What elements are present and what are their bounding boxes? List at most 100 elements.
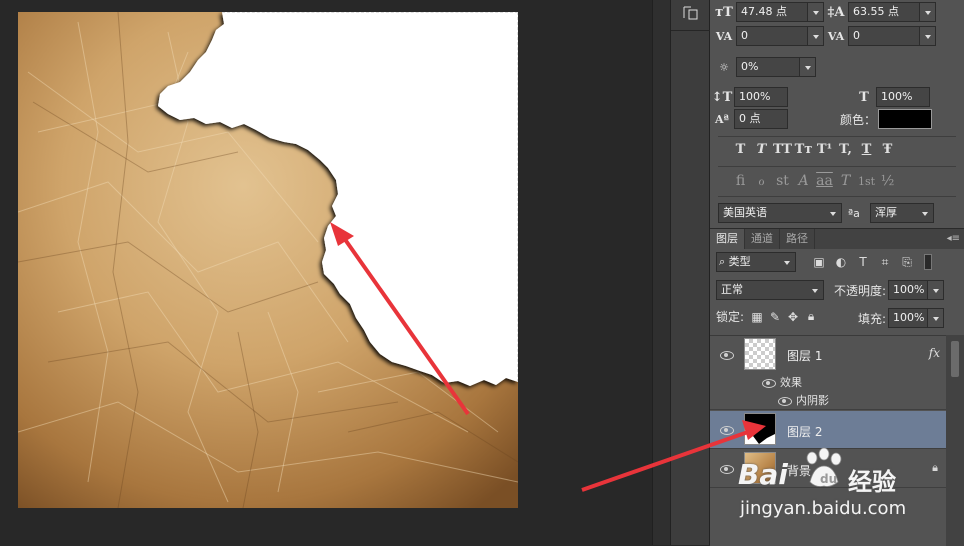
- anti-alias-icon: ªa: [848, 206, 860, 220]
- small-caps-button[interactable]: Tт: [793, 142, 814, 157]
- layer-name[interactable]: 图层 2: [787, 423, 822, 440]
- language-dropdown-arrow[interactable]: [825, 204, 841, 222]
- document-image[interactable]: [18, 12, 518, 508]
- effects-visibility-eye-icon[interactable]: [762, 378, 776, 388]
- leading-dropdown-arrow[interactable]: [919, 3, 935, 21]
- standard-ligatures-button[interactable]: fi: [730, 173, 751, 189]
- scrollbar-thumb[interactable]: [951, 341, 959, 377]
- kerning-icon: VA: [715, 29, 733, 43]
- ordinals-button[interactable]: 1st: [856, 175, 877, 188]
- layer-list: 图层 1 fx 效果 内阴影 图层 2 背景 🔒︎: [710, 335, 946, 546]
- contextual-alternates-button[interactable]: ℴ: [751, 173, 772, 189]
- tracking-dropdown-arrow[interactable]: [919, 27, 935, 45]
- smart-object-filter-icon[interactable]: ⎘: [898, 254, 916, 270]
- horizontal-scale-value: 100%: [881, 90, 913, 103]
- leading-value: 63.55 点: [853, 5, 899, 18]
- subscript-button[interactable]: T,: [835, 142, 856, 157]
- blend-mode-select[interactable]: 正常: [716, 280, 824, 300]
- vertical-scale-field[interactable]: 100%: [734, 87, 788, 107]
- vertical-scale-value: 100%: [739, 90, 771, 103]
- layer-effects-icon[interactable]: fx: [929, 346, 940, 360]
- adjustment-layer-filter-icon[interactable]: ◐: [832, 254, 850, 270]
- all-caps-button[interactable]: TT: [772, 142, 793, 157]
- tab-paths[interactable]: 路径: [780, 229, 815, 249]
- kerning-field[interactable]: 0: [736, 26, 824, 46]
- superscript-button[interactable]: T¹: [814, 142, 835, 157]
- filter-toggle-switch[interactable]: [924, 254, 932, 270]
- opacity-field[interactable]: 100%: [888, 280, 945, 300]
- font-size-field[interactable]: 47.48 点: [736, 2, 824, 22]
- tab-layers[interactable]: 图层: [710, 229, 745, 249]
- inner-shadow-visibility-eye-icon[interactable]: [778, 396, 792, 406]
- layer-thumbnail: [744, 452, 776, 484]
- layer-row-layer-1[interactable]: 图层 1 fx 效果 内阴影: [710, 336, 946, 410]
- discretionary-ligatures-button[interactable]: st: [772, 173, 793, 189]
- inner-shadow-effect[interactable]: 内阴影: [796, 392, 829, 408]
- type-style-buttons: T T TT Tт T¹ T, T Ŧ: [730, 142, 898, 157]
- proportional-spacing-dropdown-arrow[interactable]: [799, 58, 815, 76]
- strikethrough-button[interactable]: Ŧ: [877, 142, 898, 157]
- baseline-shift-field[interactable]: 0 点: [734, 109, 788, 129]
- shape-layer-filter-icon[interactable]: ⌗: [876, 254, 894, 270]
- proportional-spacing-icon: ☼: [719, 60, 729, 74]
- lock-image-pixels-icon[interactable]: ✎: [766, 310, 784, 324]
- lock-position-icon[interactable]: ✥: [784, 310, 802, 324]
- horizontal-scale-field[interactable]: 100%: [876, 87, 930, 107]
- text-color-swatch[interactable]: [878, 109, 933, 129]
- visibility-eye-icon[interactable]: [720, 350, 734, 360]
- pixel-layer-filter-icon[interactable]: ▣: [810, 254, 828, 270]
- filter-kind-value: 类型: [728, 255, 751, 268]
- paper-artwork: [18, 12, 518, 508]
- tracking-field[interactable]: 0: [848, 26, 936, 46]
- blend-mode-dropdown-arrow[interactable]: [807, 281, 823, 299]
- opacity-value: 100%: [893, 283, 925, 296]
- layer-list-scrollbar[interactable]: [946, 335, 964, 546]
- titling-alternates-button[interactable]: T: [835, 173, 856, 189]
- layer-row-background[interactable]: 背景 🔒︎: [710, 450, 946, 488]
- layers-panel: 图层 通道 路径 ◂≡ ⌕ 类型 ▣ ◐ T ⌗ ⎘ 正常 不透明度: 100%: [710, 228, 964, 546]
- stylistic-alternates-button[interactable]: aa: [814, 173, 835, 189]
- layer-thumbnail: [744, 413, 776, 445]
- faux-italic-button[interactable]: T: [751, 142, 772, 157]
- blend-mode-value: 正常: [721, 283, 743, 296]
- proportional-spacing-value: 0%: [741, 60, 759, 73]
- collapsed-panel-column: [670, 0, 711, 545]
- anti-alias-select[interactable]: 浑厚: [870, 203, 934, 223]
- anti-alias-dropdown-arrow[interactable]: [917, 204, 933, 222]
- leading-field[interactable]: 63.55 点: [848, 2, 936, 22]
- column-divider: [671, 30, 711, 31]
- filter-kind-dropdown-arrow[interactable]: [779, 253, 795, 271]
- opacity-label: 不透明度:: [834, 283, 887, 298]
- faux-bold-button[interactable]: T: [730, 142, 751, 157]
- visibility-eye-icon[interactable]: [720, 425, 734, 435]
- font-size-dropdown-arrow[interactable]: [807, 3, 823, 21]
- proportional-spacing-field[interactable]: 0%: [736, 57, 816, 77]
- layer-name[interactable]: 背景: [787, 462, 811, 479]
- panel-menu-icon[interactable]: ◂≡: [947, 233, 960, 244]
- type-layer-filter-icon[interactable]: T: [854, 254, 872, 270]
- language-select[interactable]: 美国英语: [718, 203, 842, 223]
- panel-dock-gutter: [652, 0, 670, 545]
- document-canvas-area[interactable]: [0, 0, 652, 545]
- underline-button[interactable]: T: [856, 142, 877, 157]
- layer-name[interactable]: 图层 1: [787, 347, 822, 364]
- leading-icon: ‡A: [827, 4, 845, 20]
- lock-transparent-pixels-icon[interactable]: ▦: [748, 310, 766, 324]
- lock-all-icon[interactable]: 🔒︎: [802, 309, 820, 324]
- layer-row-layer-2[interactable]: 图层 2: [710, 411, 946, 449]
- divider: [718, 166, 956, 167]
- layer-thumbnail: [744, 338, 776, 370]
- layer-filter-kind-select[interactable]: ⌕ 类型: [716, 252, 796, 272]
- kerning-dropdown-arrow[interactable]: [807, 27, 823, 45]
- visibility-eye-icon[interactable]: [720, 464, 734, 474]
- fill-dropdown-arrow[interactable]: [927, 309, 944, 327]
- character-panel: тT 47.48 点 ‡A 63.55 点 VA 0 VA 0 ☼ 0% ↕T …: [710, 0, 964, 228]
- fill-field[interactable]: 100%: [888, 308, 945, 328]
- opacity-dropdown-arrow[interactable]: [927, 281, 944, 299]
- swash-button[interactable]: A: [793, 173, 814, 189]
- paragraph-panel-icon[interactable]: [680, 4, 702, 22]
- search-icon: ⌕: [719, 255, 726, 268]
- tab-channels[interactable]: 通道: [745, 229, 780, 249]
- fractions-button[interactable]: ½: [877, 173, 898, 189]
- effects-label[interactable]: 效果: [780, 374, 802, 390]
